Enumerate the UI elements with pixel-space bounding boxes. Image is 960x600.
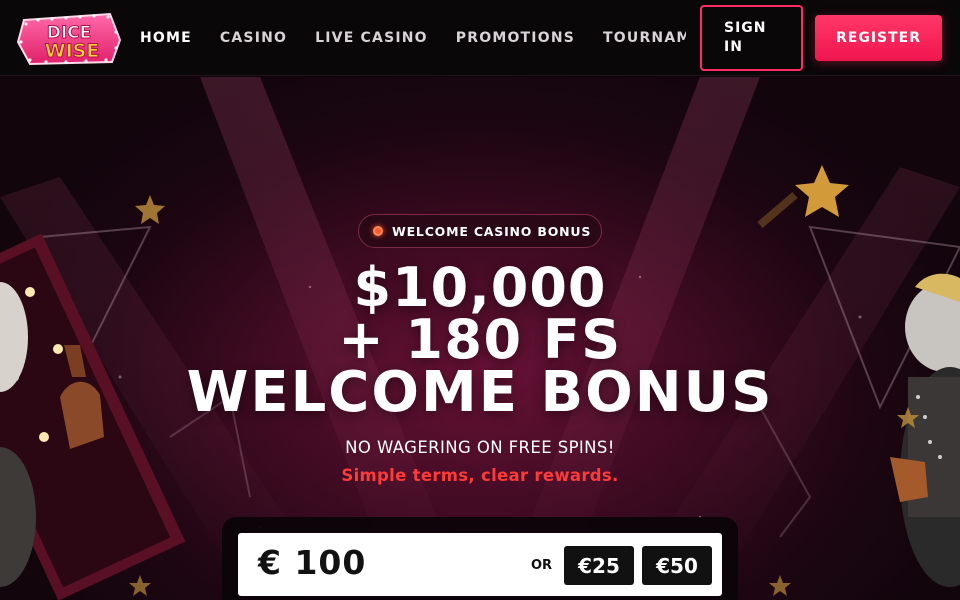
- nav-home[interactable]: HOME: [140, 30, 192, 46]
- hero-banner: WELCOME CASINO BONUS $10,000 + 180 FS WE…: [0, 77, 960, 600]
- status-dot-icon: [373, 226, 383, 236]
- svg-text:WISE: WISE: [45, 40, 100, 62]
- hero-subtitle: NO WAGERING ON FREE SPINS!: [345, 438, 615, 457]
- register-button[interactable]: REGISTER: [815, 15, 942, 61]
- logo-icon: DICE WISE: [16, 12, 122, 66]
- headline-amount: $10,000: [353, 256, 607, 319]
- brand-logo[interactable]: DICE WISE: [16, 10, 122, 66]
- sign-in-button[interactable]: SIGN IN: [700, 5, 803, 71]
- headline-welcome-bonus: WELCOME BONUS: [186, 360, 774, 425]
- badge-label: WELCOME CASINO BONUS: [392, 223, 592, 239]
- deposit-amount-value: € 100: [258, 543, 367, 582]
- nav-tournaments[interactable]: TOURNAMENTS: [603, 30, 686, 46]
- or-label: OR: [531, 558, 553, 573]
- headline-free-spins: + 180 FS: [338, 308, 622, 371]
- hero-headline: $10,000 + 180 FS WELCOME BONUS: [0, 256, 960, 425]
- welcome-bonus-badge: WELCOME CASINO BONUS: [358, 214, 602, 248]
- preset-amount-50-button[interactable]: €50: [642, 546, 712, 585]
- top-navbar: DICE WISE HOME CASINO LIVE CASINO PROMOT…: [0, 0, 960, 76]
- hero-tagline: Simple terms, clear rewards.: [341, 466, 619, 485]
- nav-live-casino[interactable]: LIVE CASINO: [315, 30, 428, 46]
- nav-promotions[interactable]: PROMOTIONS: [456, 30, 575, 46]
- main-nav: HOME CASINO LIVE CASINO PROMOTIONS TOURN…: [140, 0, 686, 76]
- page: DICE WISE HOME CASINO LIVE CASINO PROMOT…: [0, 0, 960, 600]
- preset-amount-25-button[interactable]: €25: [564, 546, 634, 585]
- nav-casino[interactable]: CASINO: [220, 30, 287, 46]
